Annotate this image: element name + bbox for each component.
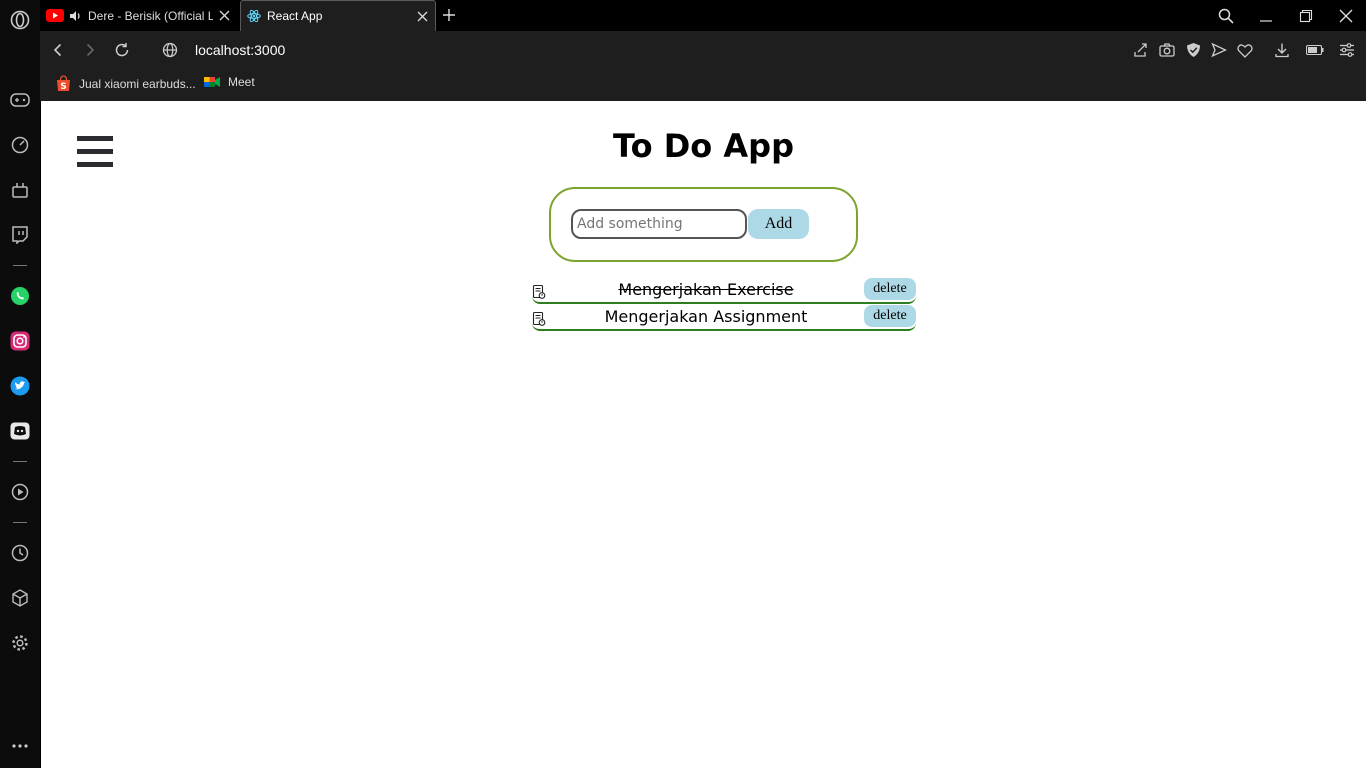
gamepad-icon[interactable] (9, 89, 31, 111)
browser-sidebar (0, 0, 40, 768)
heart-icon[interactable] (1236, 41, 1254, 59)
forward-icon[interactable] (81, 41, 99, 59)
battery-icon[interactable] (1306, 41, 1324, 59)
history-icon[interactable] (9, 542, 31, 564)
sidebar-separator (13, 461, 27, 462)
url-text[interactable]: localhost:3000 (195, 42, 285, 58)
sidebar-separator (13, 522, 27, 523)
bookmark-label: Meet (228, 75, 255, 89)
tab-strip: Dere - Berisik (Official L React App (40, 0, 1366, 31)
easy-setup-icon[interactable] (1338, 41, 1356, 59)
back-icon[interactable] (49, 41, 67, 59)
sidebar-separator (13, 265, 27, 266)
discord-icon[interactable] (9, 420, 31, 442)
send-icon[interactable] (1210, 41, 1228, 59)
close-window-icon[interactable] (1336, 6, 1356, 26)
todo-item: Mengerjakan Exercise delete (532, 278, 916, 304)
bookmark-label: Jual xiaomi earbuds... (79, 76, 196, 91)
delete-button[interactable]: delete (864, 305, 916, 327)
shopee-icon: S (56, 75, 71, 92)
youtube-icon (46, 9, 64, 22)
bookmark-meet[interactable]: Meet (204, 75, 255, 89)
opera-logo-icon[interactable] (9, 9, 31, 31)
tab-react-app[interactable]: React App (240, 0, 436, 31)
camera-icon[interactable] (1158, 41, 1176, 59)
page-content: To Do App Add Mengerjakan Exercise delet… (41, 101, 1366, 768)
react-icon (247, 9, 261, 23)
twitch-icon[interactable] (9, 224, 31, 246)
close-icon[interactable] (415, 9, 429, 23)
delete-button[interactable]: delete (864, 278, 916, 300)
globe-icon[interactable] (161, 41, 179, 59)
new-tab-icon[interactable] (441, 7, 457, 23)
todo-item: Mengerjakan Assignment delete (532, 305, 916, 331)
audio-speaker-icon[interactable] (69, 10, 82, 22)
tab-youtube[interactable]: Dere - Berisik (Official L (40, 0, 237, 31)
todo-text[interactable]: Mengerjakan Assignment (532, 307, 880, 326)
todo-input[interactable] (571, 209, 747, 239)
twitter-icon[interactable] (9, 375, 31, 397)
restore-icon[interactable] (1296, 6, 1316, 26)
google-meet-icon (204, 75, 220, 89)
add-todo-form: Add (549, 187, 858, 262)
extensions-icon[interactable] (9, 587, 31, 609)
tab-title: Dere - Berisik (Official L (88, 8, 213, 23)
settings-icon[interactable] (9, 632, 31, 654)
download-icon[interactable] (1273, 41, 1291, 59)
search-tabs-icon[interactable] (1216, 6, 1236, 26)
tab-title: React App (267, 9, 323, 23)
bookmarks-bar: S Jual xiaomi earbuds... Meet (40, 69, 1366, 101)
more-icon[interactable] (9, 735, 31, 757)
app-title: To Do App (613, 127, 794, 165)
share-icon[interactable] (1132, 41, 1150, 59)
close-icon[interactable] (217, 9, 231, 23)
whatsapp-icon[interactable] (9, 285, 31, 307)
add-button[interactable]: Add (748, 209, 809, 239)
instagram-icon[interactable] (9, 330, 31, 352)
flow-icon[interactable] (9, 179, 31, 201)
bookmark-shopee[interactable]: S Jual xiaomi earbuds... (56, 75, 196, 92)
address-bar: localhost:3000 (40, 31, 1366, 69)
svg-text:S: S (60, 82, 66, 92)
speed-dial-icon[interactable] (9, 134, 31, 156)
reload-icon[interactable] (113, 41, 131, 59)
minimize-icon[interactable] (1256, 6, 1276, 26)
shield-icon[interactable] (1184, 41, 1202, 59)
todo-text[interactable]: Mengerjakan Exercise (532, 280, 880, 299)
player-icon[interactable] (9, 481, 31, 503)
